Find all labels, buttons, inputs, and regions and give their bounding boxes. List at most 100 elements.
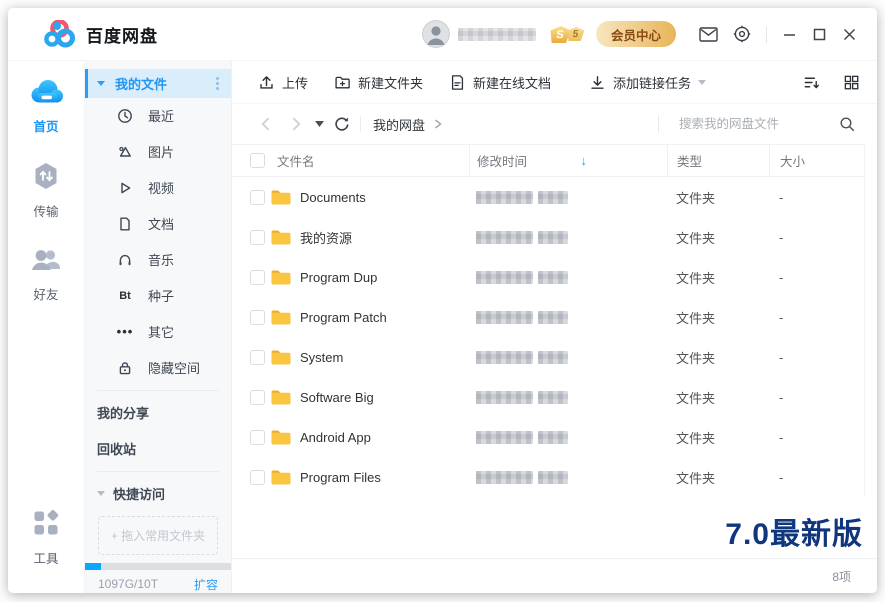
table-row[interactable]: Program Files 文件夹-	[232, 457, 864, 497]
status-bar: 8项	[232, 558, 877, 593]
maximize-button[interactable]	[807, 22, 831, 46]
search-input[interactable]	[677, 116, 831, 132]
file-name[interactable]: Software Big	[300, 390, 469, 405]
titlebar: 百度网盘 S 5 会员中心	[8, 8, 877, 61]
row-checkbox[interactable]	[250, 470, 265, 485]
file-name[interactable]: Program Patch	[300, 310, 469, 325]
upload-button[interactable]: 上传	[258, 73, 308, 92]
expand-storage-link[interactable]: 扩容	[194, 576, 218, 593]
table-row[interactable]: Program Patch文件夹-	[232, 297, 864, 337]
table-row[interactable]: 我的资源文件夹-	[232, 217, 864, 257]
file-type: 文件夹	[667, 468, 769, 487]
app-window: 百度网盘 S 5 会员中心	[8, 8, 877, 593]
table-row[interactable]: System文件夹-	[232, 337, 864, 377]
sidebar-item-label: 文档	[148, 214, 174, 233]
table-row[interactable]: Documents文件夹-	[232, 177, 864, 217]
drop-folder-zone[interactable]: + 拖入常用文件夹	[98, 516, 218, 555]
new-folder-button[interactable]: 新建文件夹	[334, 73, 423, 92]
folder-icon	[270, 268, 292, 286]
vip-level-badge[interactable]: S 5	[550, 26, 584, 43]
column-header-type[interactable]: 类型	[667, 145, 769, 176]
folder-icon	[270, 388, 292, 406]
file-name[interactable]: 我的资源	[300, 228, 469, 247]
folder-icon	[270, 188, 292, 206]
forward-button[interactable]	[288, 116, 304, 132]
sidebar-item-6[interactable]: Bt种子	[85, 278, 231, 314]
search-icon[interactable]	[839, 116, 855, 132]
sidebar-item-friends[interactable]: 好友	[30, 246, 62, 303]
divider	[360, 116, 361, 132]
settings-gear-icon[interactable]	[730, 22, 754, 46]
file-name[interactable]: Android App	[300, 430, 469, 445]
sidebar-item-label: 图片	[148, 142, 174, 161]
file-size: -	[769, 270, 864, 285]
add-link-task-button[interactable]: 添加链接任务	[589, 73, 706, 92]
sidebar-item-home[interactable]: 首页	[28, 77, 64, 135]
my-files-header[interactable]: 我的文件	[85, 69, 231, 98]
row-checkbox[interactable]	[250, 430, 265, 445]
sidebar-item-label: 最近	[148, 106, 174, 125]
sort-desc-icon[interactable]: ↓	[581, 153, 588, 168]
file-name[interactable]: Program Files	[300, 470, 469, 485]
modified-time-redacted	[469, 471, 667, 484]
row-checkbox[interactable]	[250, 190, 265, 205]
back-button[interactable]	[258, 116, 274, 132]
sidebar-item-7[interactable]: •••其它	[85, 314, 231, 350]
column-header-name[interactable]: 文件名	[277, 151, 469, 170]
folder-icon	[270, 228, 292, 246]
file-name[interactable]: System	[300, 350, 469, 365]
sidebar-item-tools[interactable]: 工具	[31, 508, 61, 567]
modified-time-redacted	[469, 351, 667, 364]
modified-time-redacted	[469, 271, 667, 284]
minimize-button[interactable]	[777, 22, 801, 46]
member-center-button[interactable]: 会员中心	[596, 21, 676, 47]
sidebar-shortcut-1[interactable]: 我的分享	[85, 395, 231, 431]
divider	[97, 390, 219, 391]
file-size: -	[769, 470, 864, 485]
username-redacted[interactable]	[458, 28, 536, 41]
sidebar-item-transfer[interactable]: 传输	[31, 161, 61, 220]
mail-icon[interactable]	[696, 22, 720, 46]
rail-label-home: 首页	[33, 116, 58, 135]
friends-icon	[30, 246, 62, 279]
history-caret-icon[interactable]	[315, 121, 324, 127]
row-checkbox[interactable]	[250, 390, 265, 405]
file-name[interactable]: Program Dup	[300, 270, 469, 285]
row-checkbox[interactable]	[250, 310, 265, 325]
select-all-checkbox[interactable]	[250, 153, 265, 168]
app-title: 百度网盘	[86, 22, 158, 47]
column-header-size[interactable]: 大小	[769, 145, 864, 176]
quick-access-label: 快捷访问	[113, 484, 165, 503]
refresh-button[interactable]	[334, 116, 350, 132]
table-row[interactable]: Android App文件夹-	[232, 417, 864, 457]
grid-view-icon[interactable]	[839, 70, 863, 94]
folder-icon	[270, 348, 292, 366]
sidebar-item-2[interactable]: 图片	[85, 134, 231, 170]
more-menu-icon[interactable]	[216, 77, 219, 90]
row-checkbox[interactable]	[250, 270, 265, 285]
sidebar-item-1[interactable]: 最近	[85, 98, 231, 134]
my-files-label: 我的文件	[115, 74, 167, 93]
sidebar-shortcut-2[interactable]: 回收站	[85, 431, 231, 467]
file-size: -	[769, 310, 864, 325]
sidebar-item-8[interactable]: 隐藏空间	[85, 350, 231, 386]
column-header-time[interactable]: 修改时间 ↓	[469, 145, 667, 176]
table-row[interactable]: Program Dup文件夹-	[232, 257, 864, 297]
quick-access-header[interactable]: 快捷访问	[85, 476, 231, 511]
close-button[interactable]	[837, 22, 861, 46]
sidebar-item-4[interactable]: 文档	[85, 206, 231, 242]
sidebar-item-3[interactable]: 视频	[85, 170, 231, 206]
file-type: 文件夹	[667, 188, 769, 207]
file-name[interactable]: Documents	[300, 190, 469, 205]
active-indicator	[85, 69, 88, 98]
nav-rail: 首页 传输	[8, 61, 85, 593]
row-checkbox[interactable]	[250, 230, 265, 245]
new-online-doc-button[interactable]: 新建在线文档	[449, 73, 551, 92]
breadcrumb[interactable]: 我的网盘	[373, 115, 425, 134]
upload-icon	[258, 74, 275, 91]
sort-order-icon[interactable]	[799, 70, 823, 94]
sidebar-item-5[interactable]: 音乐	[85, 242, 231, 278]
row-checkbox[interactable]	[250, 350, 265, 365]
user-avatar[interactable]	[422, 20, 450, 48]
table-row[interactable]: Software Big文件夹-	[232, 377, 864, 417]
